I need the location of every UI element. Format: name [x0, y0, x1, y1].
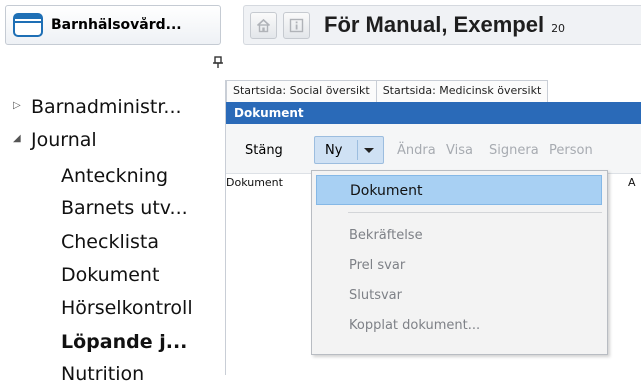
- tab-medicinsk-oversikt[interactable]: Startsida: Medicinsk översikt: [375, 80, 549, 102]
- nav-item-dokument[interactable]: Dokument: [61, 263, 159, 287]
- close-button[interactable]: Stäng: [245, 137, 283, 165]
- sign-button[interactable]: Signera: [489, 137, 539, 165]
- nav-item-journal[interactable]: Journal: [31, 128, 97, 152]
- panel-title: Dokument: [226, 102, 641, 124]
- view-button[interactable]: Visa: [446, 137, 473, 165]
- person-button[interactable]: Person: [549, 137, 593, 165]
- split-separator: [357, 140, 358, 160]
- patient-id-fragment: 20: [551, 21, 566, 35]
- tab-strip: Startsida: Social översikt Startsida: Me…: [226, 80, 641, 103]
- menu-separator: [348, 212, 602, 213]
- expander-expanded-icon[interactable]: ◢: [13, 133, 21, 144]
- home-button[interactable]: [250, 11, 277, 39]
- tab-social-oversikt[interactable]: Startsida: Social översikt: [226, 80, 377, 102]
- patient-header: För Manual, Exempel 20: [243, 5, 641, 45]
- menu-item-slutsvar[interactable]: Slutsvar: [316, 281, 602, 311]
- menu-item-bekraftelse[interactable]: Bekräftelse: [316, 221, 602, 251]
- column-header-second[interactable]: A: [628, 176, 636, 189]
- nav-item-horselkontroll[interactable]: Hörselkontroll: [61, 296, 193, 320]
- home-icon: [256, 18, 271, 32]
- pin-icon[interactable]: [213, 56, 223, 68]
- menu-item-prel-svar[interactable]: Prel svar: [316, 251, 602, 281]
- info-button[interactable]: [283, 11, 310, 39]
- info-icon: [289, 18, 304, 32]
- column-header-dokument[interactable]: Dokument: [226, 176, 283, 189]
- new-button[interactable]: Ny: [314, 136, 384, 164]
- chevron-down-icon[interactable]: [364, 148, 374, 153]
- nav-item-anteckning[interactable]: Anteckning: [61, 164, 168, 188]
- patient-name: För Manual, Exempel: [324, 12, 545, 37]
- menu-item-kopplat-dokument[interactable]: Kopplat dokument...: [316, 311, 602, 341]
- left-navigation: ▷ Barnadministr... ◢ Journal Anteckning …: [0, 0, 223, 385]
- document-toolbar: Stäng Ny Ändra Visa Signera Person: [226, 124, 641, 174]
- expander-collapsed-icon[interactable]: ▷: [13, 100, 21, 111]
- new-document-menu: Dokument Bekräftelse Prel svar Slutsvar …: [311, 170, 608, 355]
- nav-item-checklista[interactable]: Checklista: [61, 230, 159, 254]
- menu-item-dokument[interactable]: Dokument: [316, 175, 602, 205]
- edit-button[interactable]: Ändra: [397, 137, 436, 165]
- nav-item-lopande-journal[interactable]: Löpande j...: [61, 330, 187, 354]
- nav-item-nutrition[interactable]: Nutrition: [61, 362, 144, 386]
- new-button-label: Ny: [325, 143, 343, 158]
- nav-item-barnets-utveckling[interactable]: Barnets utv...: [61, 196, 188, 220]
- nav-item-barnadministration[interactable]: Barnadministr...: [31, 95, 182, 119]
